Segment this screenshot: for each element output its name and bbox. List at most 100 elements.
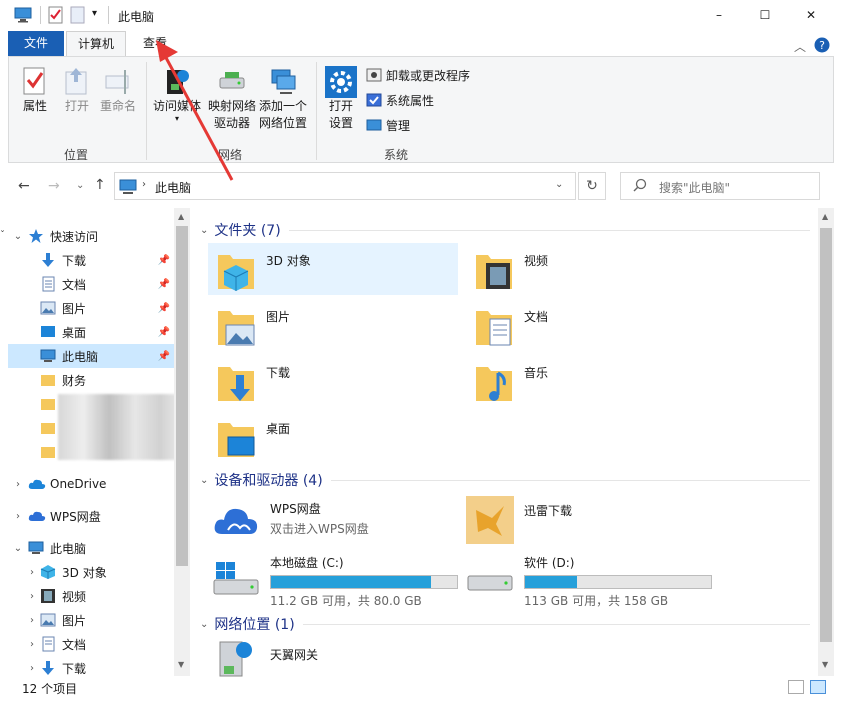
content-scroll-thumb[interactable] (820, 228, 832, 642)
folder-documents[interactable]: 文档 (466, 299, 716, 351)
content-scrollbar[interactable]: ▲ ▼ (818, 208, 834, 676)
chevron-down-icon[interactable]: ⌄ (200, 475, 208, 486)
maximize-icon: ☐ (759, 8, 771, 22)
refresh-icon: ↻ (586, 178, 598, 194)
scroll-down-icon[interactable]: ▼ (178, 660, 184, 669)
help-icon[interactable]: ? (814, 37, 830, 53)
folders-section-header[interactable]: ⌄ 文件夹 (7) (200, 220, 810, 240)
network-section-header[interactable]: ⌄ 网络位置 (1) (200, 614, 810, 634)
quick-access-dropdown-icon[interactable]: ▾ (92, 8, 97, 19)
wps-cloud-icon (214, 508, 258, 534)
folder-pictures[interactable]: 图片 (208, 299, 458, 351)
scroll-up-icon[interactable]: ▲ (178, 212, 184, 221)
navigation-pane: ⌄ 快速访问 下载 📌 文档 📌 图片 📌 桌面 📌 此电脑 📌 财务 › On… (8, 208, 174, 678)
nav-pc-pictures[interactable]: › 图片 (8, 608, 174, 632)
computer-icon (40, 349, 56, 362)
chevron-right-icon[interactable]: › (8, 511, 28, 522)
scroll-up-icon[interactable]: ▲ (822, 212, 828, 221)
close-button[interactable]: ✕ (788, 0, 834, 30)
chevron-down-icon[interactable]: ⌄ (8, 231, 28, 242)
nav-item-pictures[interactable]: 图片 📌 (8, 296, 174, 320)
chevron-right-icon[interactable]: › (8, 479, 28, 490)
status-bar: 12 个项目 (0, 678, 841, 706)
computer-icon (119, 179, 137, 195)
add-network-location-button[interactable]: 添加一个 网络位置 (258, 66, 308, 132)
properties-button[interactable]: 属性 (16, 66, 54, 115)
title-bar: ▾ 此电脑 – ☐ ✕ (0, 0, 841, 30)
properties-quick-icon[interactable] (48, 6, 64, 24)
nav-scrollbar[interactable]: ▲ ▼ (174, 208, 190, 676)
new-folder-quick-icon[interactable] (70, 6, 86, 24)
folder-videos[interactable]: 视频 (466, 243, 716, 295)
download-icon (42, 661, 54, 675)
xunlei-icon (466, 496, 514, 544)
pin-icon: 📌 (157, 278, 170, 290)
minimize-button[interactable]: – (696, 0, 742, 30)
tab-computer[interactable]: 计算机 (66, 31, 126, 57)
desktop-folder-icon (218, 423, 255, 457)
folder-icon (41, 447, 55, 458)
nav-item-this-pc[interactable]: 此电脑 📌 (8, 344, 174, 368)
uninstall-program-button[interactable]: 卸载或更改程序 (366, 64, 470, 86)
details-view-icon[interactable] (788, 680, 804, 694)
chevron-down-icon[interactable]: ⌄ (200, 619, 208, 630)
large-icons-view-icon[interactable] (810, 680, 826, 694)
download-icon (42, 253, 54, 267)
gear-icon (325, 66, 357, 98)
folder-music[interactable]: 音乐 (466, 355, 716, 407)
cloud-icon (28, 479, 46, 489)
tab-file[interactable]: 文件 (8, 31, 64, 57)
back-button[interactable]: ← (18, 178, 30, 194)
search-input[interactable]: 搜索"此电脑" (620, 172, 820, 200)
nav-item-desktop[interactable]: 桌面 📌 (8, 320, 174, 344)
address-dropdown-icon[interactable]: ⌄ (555, 179, 563, 190)
system-properties-button[interactable]: 系统属性 (366, 89, 434, 111)
star-icon (29, 229, 43, 243)
devices-section-header[interactable]: ⌄ 设备和驱动器 (4) (200, 470, 810, 490)
downloads-folder-icon (218, 367, 254, 401)
nav-item-documents[interactable]: 文档 📌 (8, 272, 174, 296)
device-wps-drive[interactable]: WPS网盘 双击进入WPS网盘 (208, 496, 458, 546)
nav-scroll-thumb[interactable] (176, 226, 188, 566)
nav-this-pc[interactable]: ⌄ 此电脑 (8, 536, 174, 560)
nav-wps-drive[interactable]: › WPS网盘 (8, 504, 174, 528)
folder-3d-objects[interactable]: 3D 对象 (208, 243, 458, 295)
folder-icon (41, 423, 55, 434)
rename-button[interactable]: 重命名 (96, 66, 140, 115)
chevron-down-icon[interactable]: ⌄ (8, 543, 28, 554)
device-local-disk-c[interactable]: 本地磁盘 (C:) 11.2 GB 可用，共 80.0 GB (208, 552, 458, 608)
folder-downloads[interactable]: 下载 (208, 355, 458, 407)
chevron-right-icon: › (30, 590, 34, 602)
pin-icon: 📌 (157, 350, 170, 362)
nav-item-downloads[interactable]: 下载 📌 (8, 248, 174, 272)
scroll-down-icon[interactable]: ▼ (822, 660, 828, 669)
nav-onedrive[interactable]: › OneDrive (8, 472, 174, 496)
cube-icon (40, 565, 56, 579)
device-xunlei-download[interactable]: 迅雷下载 (466, 496, 716, 546)
nav-quick-access[interactable]: ⌄ 快速访问 (8, 224, 174, 248)
collapse-ribbon-icon[interactable]: ︿ (794, 38, 806, 55)
open-settings-button[interactable]: 打开 设置 (322, 66, 360, 132)
open-button[interactable]: 打开 (58, 66, 96, 115)
manage-button[interactable]: 管理 (366, 114, 410, 136)
folder-desktop[interactable]: 桌面 (208, 411, 458, 463)
folder-icon (41, 399, 55, 410)
nav-item-finance[interactable]: 财务 (8, 368, 174, 392)
recent-locations-button[interactable]: ⌄ (76, 180, 84, 191)
network-gateway[interactable]: 天翼网关 (208, 638, 458, 678)
nav-pc-downloads[interactable]: › 下载 (8, 656, 174, 678)
nav-pc-videos[interactable]: › 视频 (8, 584, 174, 608)
maximize-button[interactable]: ☐ (742, 0, 788, 30)
up-button[interactable]: ↑ (94, 177, 106, 193)
refresh-button[interactable]: ↻ (578, 172, 606, 200)
folder-icon (41, 375, 55, 386)
arrow-up-icon: ↑ (94, 177, 106, 193)
open-icon (65, 68, 87, 95)
chevron-down-icon[interactable]: ⌄ (200, 225, 208, 236)
c-drive-usage-bar (270, 575, 458, 589)
device-software-d[interactable]: 软件 (D:) 113 GB 可用，共 158 GB (462, 552, 722, 608)
nav-pc-documents[interactable]: › 文档 (8, 632, 174, 656)
nav-pc-3d-objects[interactable]: › 3D 对象 (8, 560, 174, 584)
svg-text:?: ? (819, 39, 825, 52)
forward-button[interactable]: → (48, 178, 60, 194)
